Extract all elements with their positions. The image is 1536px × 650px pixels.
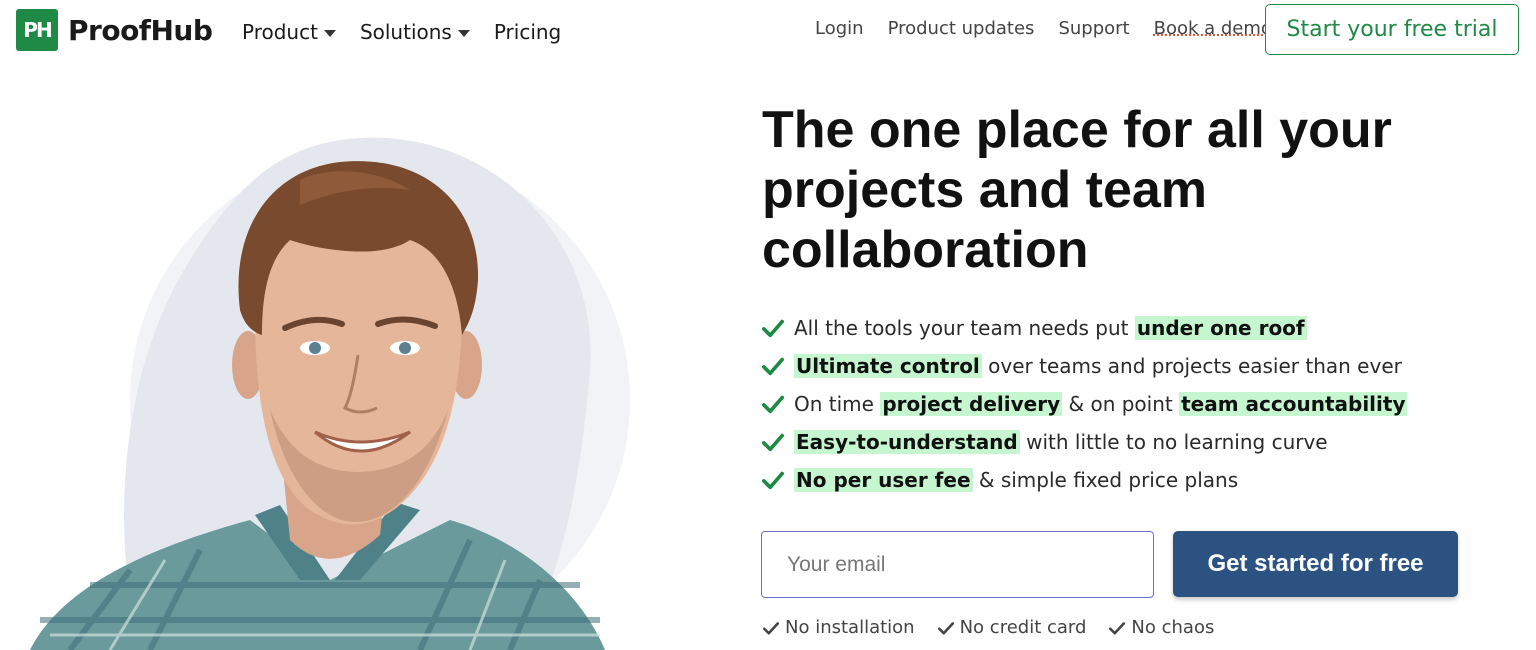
get-started-button[interactable]: Get started for free: [1173, 531, 1458, 597]
perk-label: No credit card: [959, 617, 1087, 638]
book-demo-link[interactable]: Book a demo: [1154, 18, 1272, 39]
feature-list: All the tools your team needs put under …: [762, 309, 1408, 499]
feature-text: On time: [794, 392, 881, 416]
perk-label: No installation: [785, 617, 915, 638]
feature-highlight: project delivery: [880, 392, 1063, 416]
headline-line: projects and team: [762, 161, 1208, 219]
feature-item: Easy-to-understand with little to no lea…: [762, 423, 1407, 461]
check-icon: [762, 621, 780, 635]
feature-highlight: Easy-to-understand: [794, 430, 1020, 454]
check-icon: [762, 433, 784, 452]
nav-pricing-label: Pricing: [493, 20, 562, 44]
feature-text: & on point: [1062, 392, 1180, 416]
product-updates-link[interactable]: Product updates: [888, 18, 1035, 39]
feature-highlight: No per user fee: [794, 468, 973, 492]
check-icon: [762, 357, 784, 376]
perk-label: No chaos: [1131, 617, 1215, 638]
secondary-nav: Login Product updates Support Book a dem…: [815, 18, 1296, 39]
headline-line: collaboration: [762, 221, 1089, 279]
perks-row: No installation No credit card No chaos: [762, 617, 1236, 638]
perk-item: No installation: [762, 617, 915, 638]
feature-text: with little to no learning curve: [1019, 430, 1328, 454]
support-link[interactable]: Support: [1058, 18, 1129, 39]
feature-item: On time project delivery & on point team…: [762, 385, 1408, 423]
hero-headline: The one place for all your projects and …: [762, 100, 1482, 280]
feature-highlight: Ultimate control: [794, 354, 982, 378]
login-link[interactable]: Login: [815, 18, 864, 39]
hero-portrait-image: [30, 137, 630, 650]
check-icon: [1109, 621, 1126, 635]
headline-line: The one place for all your: [762, 101, 1392, 159]
nav-solutions[interactable]: Solutions: [360, 20, 470, 44]
feature-highlight: under one roof: [1134, 316, 1307, 340]
nav-product[interactable]: Product: [242, 20, 336, 44]
check-icon: [762, 319, 784, 338]
check-icon: [762, 471, 784, 490]
nav-solutions-label: Solutions: [359, 20, 452, 44]
check-icon: [762, 395, 784, 414]
left-eye: [309, 342, 321, 354]
perk-item: No credit card: [937, 617, 1087, 638]
nav-pricing[interactable]: Pricing: [494, 20, 561, 44]
chevron-down-icon: [457, 29, 470, 37]
primary-nav: Product Solutions Pricing: [242, 20, 585, 44]
logo-text: ProofHub: [68, 13, 213, 47]
nav-product-label: Product: [242, 20, 318, 44]
check-icon: [937, 621, 954, 635]
start-free-trial-button[interactable]: Start your free trial: [1265, 4, 1519, 55]
feature-text: All the tools your team needs put: [794, 316, 1135, 340]
feature-text: & simple fixed price plans: [972, 468, 1239, 492]
email-input[interactable]: [761, 531, 1154, 598]
feature-text: over teams and projects easier than ever: [981, 354, 1402, 378]
chevron-down-icon: [323, 29, 336, 37]
proofhub-logo[interactable]: PH ProofHub: [16, 9, 213, 51]
feature-item: Ultimate control over teams and projects…: [762, 347, 1407, 385]
perk-item: No chaos: [1108, 617, 1214, 638]
logo-mark: PH: [16, 9, 58, 51]
feature-highlight: team accountability: [1179, 392, 1408, 416]
feature-item: No per user fee & simple fixed price pla…: [762, 461, 1407, 499]
right-eye: [399, 342, 411, 354]
feature-item: All the tools your team needs put under …: [762, 309, 1407, 347]
